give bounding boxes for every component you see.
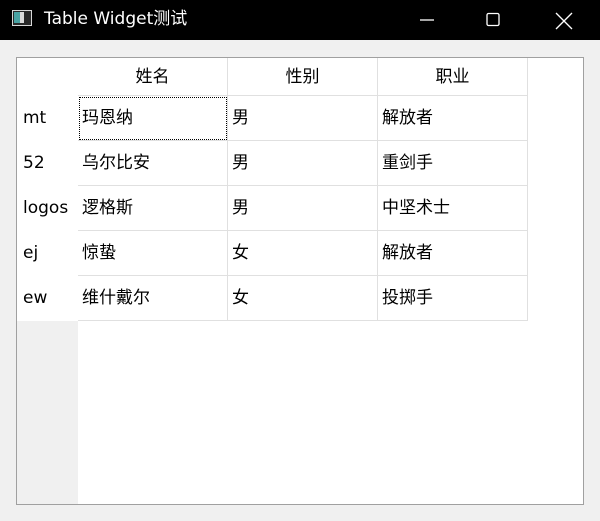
table-cell[interactable]: 投掷手 (378, 276, 528, 321)
table-cell[interactable]: 男 (228, 96, 378, 141)
table-cell[interactable]: 男 (228, 186, 378, 231)
column-header-gender[interactable]: 性别 (228, 58, 378, 96)
table-cell[interactable]: 中坚术士 (378, 186, 528, 231)
column-header-name[interactable]: 姓名 (78, 58, 228, 96)
table-cell[interactable]: 女 (228, 231, 378, 276)
corner-button[interactable] (17, 58, 78, 96)
table-cell[interactable]: 解放者 (378, 231, 528, 276)
minimize-button[interactable] (404, 0, 450, 40)
maximize-button[interactable] (470, 0, 516, 40)
minimize-icon (420, 19, 434, 21)
close-icon (555, 12, 573, 30)
table-cell[interactable]: 女 (228, 276, 378, 321)
row-header[interactable]: logos (17, 186, 78, 231)
column-header-occupation[interactable]: 职业 (378, 58, 528, 96)
table-cell[interactable]: 解放者 (378, 96, 528, 141)
table-cell[interactable]: 乌尔比安 (78, 141, 228, 186)
close-button[interactable] (540, 0, 586, 40)
table-cell[interactable]: 重剑手 (378, 141, 528, 186)
table-cell[interactable]: 玛恩纳 (78, 96, 228, 141)
title-bar: Table Widget测试 (0, 0, 600, 40)
maximize-icon (486, 12, 500, 27)
row-header[interactable]: ej (17, 231, 78, 276)
app-window-icon (12, 10, 32, 26)
table-cell[interactable]: 逻格斯 (78, 186, 228, 231)
table-cell[interactable]: 维什戴尔 (78, 276, 228, 321)
table-widget[interactable]: 姓名 性别 职业 mt 52 logos ej ew 玛恩纳 男 解放者 乌尔比… (16, 57, 584, 505)
row-header[interactable]: mt (17, 96, 78, 141)
table-cell[interactable]: 男 (228, 141, 378, 186)
row-header[interactable]: 52 (17, 141, 78, 186)
row-header[interactable]: ew (17, 276, 78, 321)
window-title: Table Widget测试 (44, 9, 188, 29)
table-cell[interactable]: 惊蛰 (78, 231, 228, 276)
